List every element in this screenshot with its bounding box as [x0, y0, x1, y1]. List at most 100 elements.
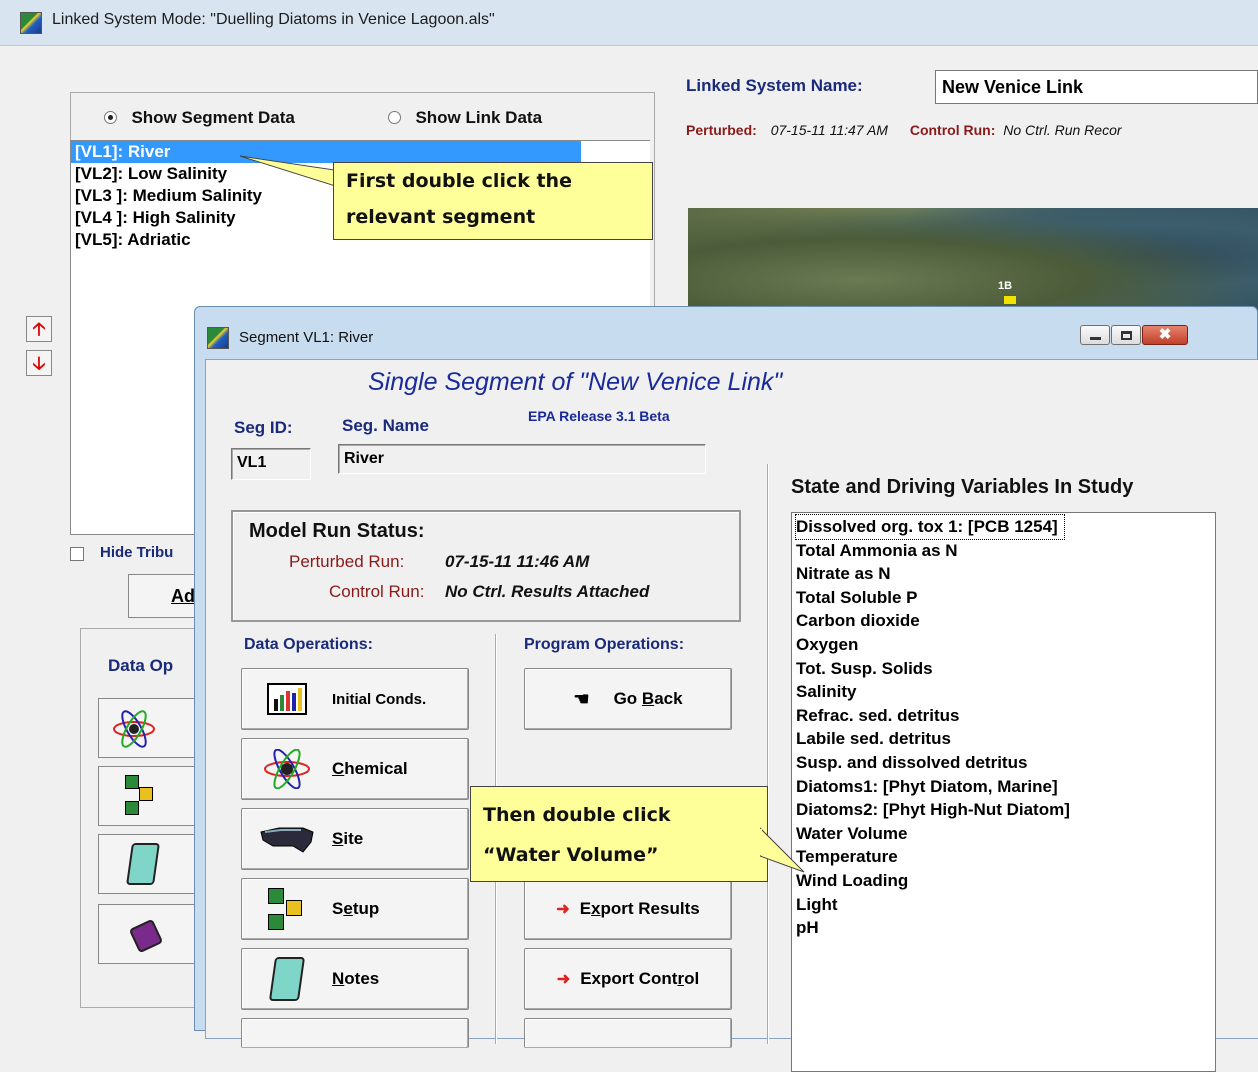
- setup-button[interactable]: Setup: [241, 878, 469, 940]
- maximize-button[interactable]: [1111, 325, 1141, 345]
- linked-system-name-label: Linked System Name:: [686, 76, 863, 95]
- variable-item[interactable]: pH: [796, 916, 1211, 940]
- callout-first-line2: relevant segment: [346, 206, 536, 228]
- setup-icon: [125, 775, 139, 789]
- perturbed-run-label: Perturbed Run:: [289, 552, 405, 571]
- map-marker[interactable]: [1004, 296, 1016, 304]
- variable-item[interactable]: Oxygen: [796, 633, 1211, 657]
- variables-list[interactable]: Dissolved org. tox 1: [PCB 1254] Total A…: [791, 512, 1216, 1072]
- variable-item[interactable]: Total Ammonia as N: [796, 539, 1211, 563]
- segment-window: Segment VL1: River ✖ Single Segment of "…: [194, 306, 1258, 1072]
- callout-first: First double click the relevant segment: [333, 162, 653, 240]
- show-link-radio[interactable]: Show Link Data: [388, 108, 542, 128]
- initial-conds-label: Initial Conds.: [332, 690, 427, 708]
- segment-window-title: Segment VL1: River: [239, 329, 374, 346]
- variable-item[interactable]: Tot. Susp. Solids: [796, 657, 1211, 681]
- arrow-up-icon: 🡡: [32, 319, 46, 339]
- export-results-label: Export Results: [579, 899, 700, 918]
- go-back-label: Go Back: [613, 689, 683, 708]
- callout-first-line1: First double click the: [346, 170, 572, 192]
- close-button[interactable]: ✖: [1142, 325, 1188, 345]
- perturbed-run-value: 07-15-11 11:46 AM: [445, 552, 590, 571]
- variable-item[interactable]: Salinity: [796, 680, 1211, 704]
- close-icon: ✖: [1158, 326, 1172, 343]
- extra-data-button[interactable]: [241, 1018, 469, 1048]
- variable-item[interactable]: Temperature: [796, 845, 1211, 869]
- chemical-label: Chemical: [332, 759, 408, 778]
- export-results-button[interactable]: ➜ Export Results: [524, 878, 732, 940]
- site-button[interactable]: Site: [241, 808, 469, 870]
- notepad-icon: [242, 957, 332, 1001]
- release-label: EPA Release 3.1 Beta: [528, 408, 670, 424]
- variable-item[interactable]: Dissolved org. tox 1: [PCB 1254]: [795, 514, 1065, 540]
- radio-unselected-indicator: [388, 111, 401, 124]
- control-run-label: Control Run:: [909, 122, 996, 138]
- segment-app-icon: [207, 327, 229, 349]
- main-setup-button[interactable]: [98, 766, 208, 826]
- vars-divider: [767, 464, 769, 1044]
- show-segment-label: Show Segment Data: [131, 108, 295, 127]
- app-icon: [20, 12, 42, 34]
- variable-item[interactable]: Labile sed. detritus: [796, 727, 1211, 751]
- main-chemical-button[interactable]: [98, 698, 208, 758]
- minimize-button[interactable]: [1080, 325, 1110, 345]
- variable-item[interactable]: Wind Loading: [796, 869, 1211, 893]
- callout-then: Then double click “Water Volume”: [470, 786, 768, 882]
- notes-button[interactable]: Notes: [241, 948, 469, 1010]
- site-label: Site: [332, 829, 364, 848]
- map-marker-label: 1B: [998, 280, 1013, 292]
- status-heading: Model Run Status:: [249, 520, 425, 542]
- seg-name-field[interactable]: River: [338, 444, 706, 474]
- variable-item[interactable]: Carbon dioxide: [796, 609, 1211, 633]
- add-button-label: Ad: [171, 586, 195, 606]
- atom-icon: [113, 710, 155, 748]
- variable-item[interactable]: Total Soluble P: [796, 586, 1211, 610]
- radio-selected-indicator: [104, 111, 117, 124]
- export-arrow-icon: ➜: [556, 901, 570, 918]
- variable-item[interactable]: Diatoms2: [Phyt High-Nut Diatom]: [796, 798, 1211, 822]
- data-ops-heading: Data Operations:: [244, 636, 373, 653]
- control-run-value-seg: No Ctrl. Results Attached: [445, 582, 650, 601]
- initial-conds-button[interactable]: Initial Conds.: [241, 668, 469, 730]
- usa-map-icon: [242, 824, 332, 854]
- extra-program-button[interactable]: [524, 1018, 732, 1048]
- callout-then-line2: “Water Volume”: [483, 844, 659, 866]
- export-control-label: Export Control: [580, 969, 700, 988]
- variable-item[interactable]: Nitrate as N: [796, 562, 1211, 586]
- chemical-button[interactable]: Chemical: [241, 738, 469, 800]
- show-segment-radio[interactable]: Show Segment Data: [104, 108, 295, 128]
- variable-item-water-volume[interactable]: Water Volume: [796, 822, 1211, 846]
- hide-tribs-label: Hide Tribu: [100, 544, 174, 561]
- export-control-button[interactable]: ➜ Export Control: [524, 948, 732, 1010]
- move-up-button[interactable]: 🡡: [26, 316, 52, 342]
- control-run-value: No Ctrl. Run Recor: [1003, 122, 1122, 138]
- export-arrow-icon: ➜: [556, 971, 571, 988]
- bar-chart-icon: [242, 683, 332, 715]
- variable-item[interactable]: Diatoms1: [Phyt Diatom, Marine]: [796, 775, 1211, 799]
- pointing-hand-icon: ☚: [573, 688, 590, 709]
- seg-id-field[interactable]: VL1: [231, 448, 311, 480]
- show-link-label: Show Link Data: [415, 108, 543, 127]
- minimize-icon: [1090, 337, 1101, 340]
- linked-system-name-input[interactable]: New Venice Link: [935, 70, 1258, 104]
- main-help-button[interactable]: [98, 904, 208, 964]
- go-back-button[interactable]: ☚ Go Back: [524, 668, 732, 730]
- perturbed-value: 07-15-11 11:47 AM: [770, 122, 888, 138]
- run-status-line: Perturbed: 07-15-11 11:47 AM Control Run…: [686, 122, 1122, 138]
- variable-item[interactable]: Susp. and dissolved detritus: [796, 751, 1211, 775]
- callout-then-pointer: [760, 827, 805, 873]
- setup-icon-b: [139, 787, 153, 801]
- variable-item[interactable]: Refrac. sed. detritus: [796, 704, 1211, 728]
- setup-icon-c: [125, 801, 139, 815]
- main-notes-button[interactable]: [98, 834, 208, 894]
- callout-then-line1: Then double click: [483, 804, 671, 826]
- notes-label: Notes: [332, 969, 380, 988]
- segment-window-client: Single Segment of "New Venice Link" EPA …: [205, 359, 1258, 1072]
- variable-item[interactable]: Light: [796, 893, 1211, 917]
- main-window-title: Linked System Mode: "Duelling Diatoms in…: [52, 11, 495, 28]
- move-down-button[interactable]: 🡣: [26, 350, 52, 376]
- help-book-icon: [128, 918, 164, 954]
- hide-tribs-checkbox[interactable]: [70, 547, 84, 561]
- arrow-down-icon: 🡣: [32, 353, 46, 373]
- program-ops-heading: Program Operations:: [524, 636, 685, 653]
